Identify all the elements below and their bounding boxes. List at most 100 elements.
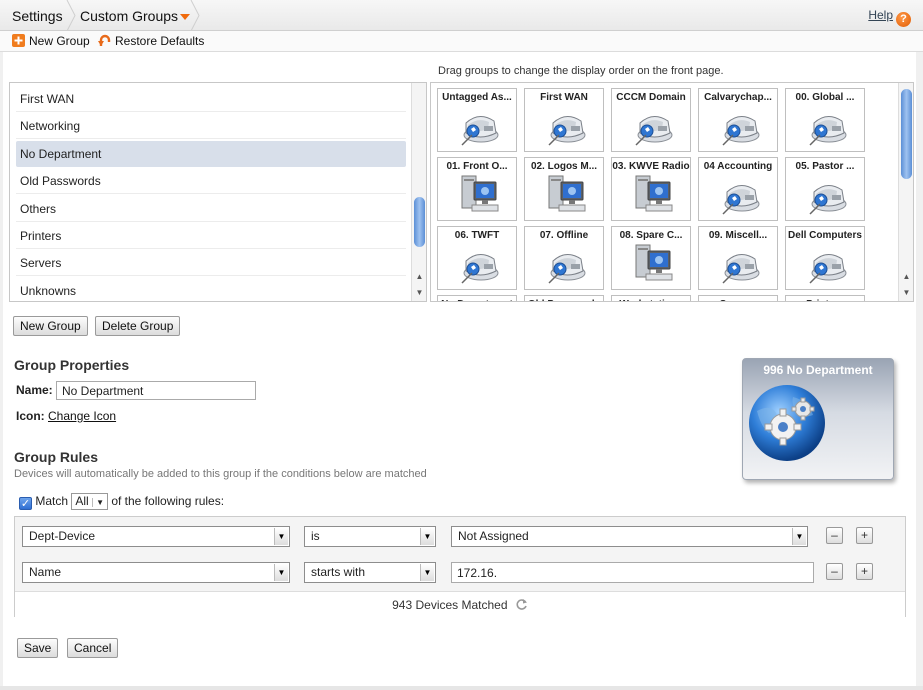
add-rule-button[interactable]: + — [856, 563, 873, 580]
group-tile[interactable]: 04 Accounting — [698, 157, 778, 221]
toolbar: New Group Restore Defaults — [0, 31, 923, 52]
group-tile[interactable]: No Department — [437, 295, 517, 301]
breadcrumb-settings[interactable]: Settings — [12, 0, 63, 31]
delete-group-button[interactable]: Delete Group — [95, 316, 181, 336]
group-tile[interactable]: Untagged As... — [437, 88, 517, 152]
list-item[interactable]: Old Passwords — [16, 168, 406, 194]
remove-rule-button[interactable]: – — [826, 527, 843, 544]
toolbar-new-group-button[interactable]: New Group — [12, 34, 90, 48]
match-mode-select[interactable]: All ▼ — [71, 493, 108, 510]
group-tile[interactable]: 00. Global ... — [785, 88, 865, 152]
group-tile-grid[interactable]: Untagged As... First WAN CCCM Domain Calvar… — [430, 82, 914, 302]
phone-icon — [545, 105, 587, 147]
group-tile[interactable]: 07. Offline — [524, 226, 604, 290]
change-icon-link[interactable]: Change Icon — [48, 409, 116, 423]
group-tile[interactable]: 02. Logos M... — [524, 157, 604, 221]
breadcrumb-custom-groups-label: Custom Groups — [80, 8, 179, 24]
group-tile[interactable]: First WAN — [524, 88, 604, 152]
group-tile-label: 00. Global ... — [795, 92, 855, 103]
list-item[interactable]: Unknowns — [16, 278, 406, 301]
match-checkbox[interactable]: ✓ — [19, 497, 32, 510]
frame-left-edge — [0, 52, 3, 690]
frame-bottom-edge — [0, 686, 923, 690]
group-tile-label: Servers — [699, 299, 777, 301]
group-list[interactable]: First WAN Networking No Department Old P… — [9, 82, 427, 302]
breadcrumb-separator-icon — [190, 0, 200, 31]
select-caret-icon: ▼ — [274, 528, 288, 545]
group-tile[interactable]: 03. KWVE Radio — [611, 157, 691, 221]
match-label: Match — [35, 494, 69, 508]
dropdown-caret-icon — [180, 14, 191, 20]
add-rule-button[interactable]: + — [856, 527, 873, 544]
add-icon — [12, 34, 25, 47]
rule-value-input[interactable] — [451, 562, 814, 583]
rule-field-select[interactable]: Name ▼ — [22, 562, 290, 583]
globe-gears-icon — [749, 385, 825, 461]
tile-grid-scroll-thumb[interactable] — [901, 89, 912, 179]
select-caret-icon: ▼ — [792, 528, 806, 545]
list-item[interactable]: Networking — [16, 113, 406, 139]
group-tile[interactable]: 08. Spare C... — [611, 226, 691, 290]
phone-icon — [632, 105, 674, 147]
scroll-up-arrow-icon[interactable]: ▲ — [412, 271, 426, 283]
group-tile[interactable]: 05. Pastor ... — [785, 157, 865, 221]
tile-grid-scrollbar[interactable]: ▲ ▼ — [898, 83, 913, 301]
group-list-scroll-thumb[interactable] — [414, 197, 425, 247]
phone-icon — [545, 243, 587, 285]
group-tile[interactable]: CCCM Domain — [611, 88, 691, 152]
list-item[interactable]: Servers — [16, 250, 406, 276]
group-tile[interactable]: Printers — [785, 295, 865, 301]
group-tile[interactable]: 09. Miscell... — [698, 226, 778, 290]
rule-field-value: Dept-Device — [29, 529, 96, 543]
scroll-up-arrow-icon[interactable]: ▲ — [899, 271, 913, 283]
rule-value-value: Not Assigned — [458, 529, 529, 543]
group-tile-label: 09. Miscell... — [708, 230, 768, 241]
group-tile-label: 04 Accounting — [703, 161, 773, 172]
group-name-input[interactable] — [56, 381, 256, 400]
remove-rule-button[interactable]: – — [826, 563, 843, 580]
group-tile[interactable]: Dell Computers — [785, 226, 865, 290]
devices-matched-bar: 943 Devices Matched — [15, 591, 905, 617]
group-rules-heading: Group Rules — [14, 449, 99, 465]
phone-icon — [806, 174, 848, 216]
select-caret-icon: ▼ — [420, 528, 434, 545]
save-button[interactable]: Save — [17, 638, 59, 658]
rule-operator-value: starts with — [311, 565, 366, 579]
rule-operator-value: is — [311, 529, 320, 543]
help-link[interactable]: Help? — [868, 8, 911, 27]
group-tile[interactable]: Calvarychap... — [698, 88, 778, 152]
restore-icon — [98, 34, 111, 46]
cancel-button[interactable]: Cancel — [67, 638, 119, 658]
match-row: ✓ Match All ▼ of the following rules: — [19, 493, 224, 510]
rule-field-value: Name — [29, 565, 62, 579]
group-list-scrollbar[interactable]: ▲ ▼ — [411, 83, 426, 301]
group-properties-heading: Group Properties — [14, 357, 130, 373]
match-suffix: of the following rules: — [111, 494, 225, 508]
toolbar-restore-defaults-button[interactable]: Restore Defaults — [98, 34, 204, 48]
rule-field-select[interactable]: Dept-Device ▼ — [22, 526, 290, 547]
rule-value-select[interactable]: Not Assigned ▼ — [451, 526, 808, 547]
list-item[interactable]: Others — [16, 196, 406, 222]
group-tile-label: 07. Offline — [539, 230, 589, 241]
group-tile-label: Calvarychap... — [704, 92, 772, 103]
new-group-button[interactable]: New Group — [13, 316, 88, 336]
group-tile[interactable]: Old Passwords — [524, 295, 604, 301]
rule-operator-select[interactable]: is ▼ — [304, 526, 436, 547]
breadcrumb-custom-groups[interactable]: Custom Groups — [80, 0, 191, 31]
phone-icon — [458, 105, 500, 147]
rule-operator-select[interactable]: starts with ▼ — [304, 562, 436, 583]
name-label: Name: — [16, 383, 53, 397]
group-tile[interactable]: Servers — [698, 295, 778, 301]
list-item[interactable]: First WAN — [16, 86, 406, 112]
list-item-selected[interactable]: No Department — [16, 141, 406, 167]
group-tile-label: 03. KWVE Radio — [612, 161, 690, 172]
group-tile[interactable]: 01. Front O... — [437, 157, 517, 221]
refresh-icon[interactable] — [515, 598, 528, 611]
toolbar-restore-defaults-label: Restore Defaults — [115, 34, 205, 48]
scroll-down-arrow-icon[interactable]: ▼ — [412, 287, 426, 299]
scroll-down-arrow-icon[interactable]: ▼ — [899, 287, 913, 299]
top-bar: Settings Custom Groups Help? — [0, 0, 923, 31]
group-tile[interactable]: 06. TWFT — [437, 226, 517, 290]
group-tile[interactable]: Workstations — [611, 295, 691, 301]
list-item[interactable]: Printers — [16, 223, 406, 249]
